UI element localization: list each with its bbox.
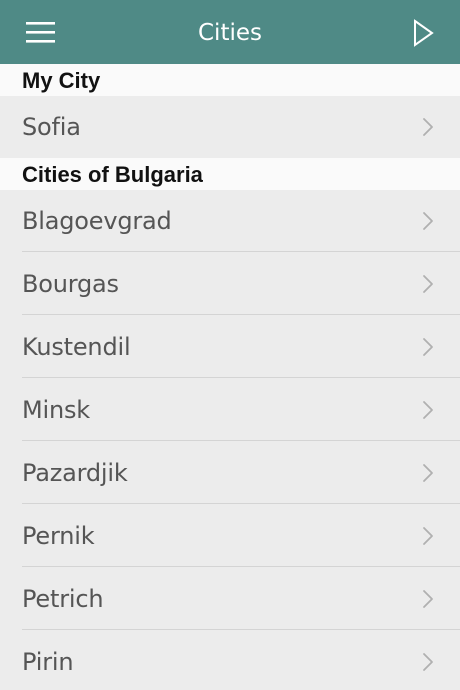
page-title: Cities	[198, 20, 262, 46]
chevron-right-icon	[423, 589, 433, 608]
chevron-right-icon	[423, 212, 433, 230]
city-name-label: Pazardjik	[22, 458, 128, 487]
play-triangle-icon	[414, 19, 434, 47]
disclosure-chevron	[422, 463, 434, 483]
city-list-item[interactable]: Blagoevgrad	[0, 190, 460, 252]
city-name-label: Sofia	[22, 113, 81, 141]
city-name-label: Minsk	[22, 395, 90, 424]
chevron-right-icon	[423, 526, 433, 545]
city-name-label: Pernik	[22, 521, 95, 550]
chevron-right-icon	[423, 274, 433, 293]
disclosure-chevron	[422, 526, 434, 546]
chevron-right-icon	[423, 400, 433, 419]
city-list-item[interactable]: Sofia	[0, 96, 460, 158]
chevron-right-icon	[423, 118, 433, 136]
city-list-item[interactable]: Pernik	[0, 504, 460, 567]
city-name-label: Kustendil	[22, 332, 131, 361]
disclosure-chevron	[422, 211, 434, 231]
disclosure-chevron	[422, 589, 434, 609]
city-list: My City Sofia Cities of Bulgaria Blagoevgra…	[0, 64, 460, 690]
chevron-right-icon	[423, 337, 433, 356]
city-list-item[interactable]: Kustendil	[0, 315, 460, 378]
city-list-item[interactable]: Minsk	[0, 378, 460, 441]
hamburger-menu-icon	[26, 22, 55, 43]
city-name-label: Bourgas	[22, 269, 119, 298]
disclosure-chevron	[422, 337, 434, 357]
section-header: My City	[0, 64, 460, 96]
disclosure-chevron	[422, 652, 434, 672]
section-header: Cities of Bulgaria	[0, 158, 460, 190]
city-list-item[interactable]: Petrich	[0, 567, 460, 630]
city-list-item[interactable]: Pazardjik	[0, 441, 460, 504]
city-list-item[interactable]: Bourgas	[0, 252, 460, 315]
chevron-right-icon	[423, 463, 433, 482]
menu-button[interactable]	[18, 14, 62, 50]
city-name-label: Blagoevgrad	[22, 207, 172, 235]
city-list-item[interactable]: Pirin	[0, 630, 460, 690]
disclosure-chevron	[422, 274, 434, 294]
disclosure-chevron	[422, 117, 434, 137]
city-name-label: Pirin	[22, 647, 74, 676]
app-screen: Cities My City Sofia Cities of Bulgaria Bla…	[0, 0, 460, 690]
play-button[interactable]	[410, 14, 438, 50]
navigation-bar: Cities	[0, 0, 460, 64]
city-name-label: Petrich	[22, 584, 104, 613]
disclosure-chevron	[422, 400, 434, 420]
chevron-right-icon	[423, 652, 433, 671]
